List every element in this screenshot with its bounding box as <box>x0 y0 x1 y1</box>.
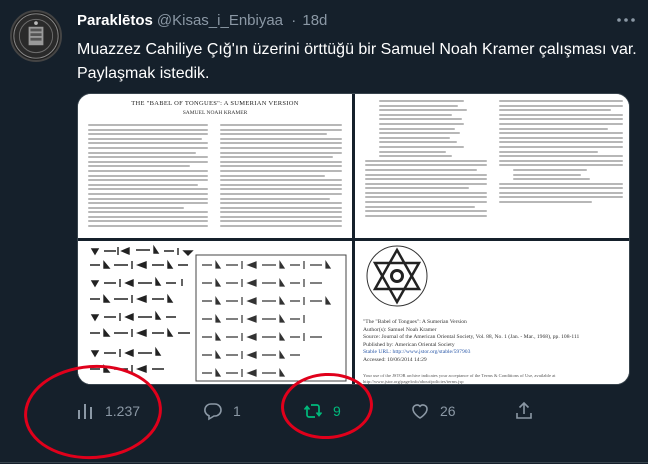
tweet-time[interactable]: 18d <box>302 12 327 29</box>
article-title: THE "BABEL OF TONGUES": A SUMERIAN VERSI… <box>131 100 299 107</box>
avatar-emblem-icon <box>13 13 59 59</box>
article-text-column-left <box>365 100 487 219</box>
heart-icon <box>412 404 428 419</box>
media-image-article-continuation[interactable] <box>355 94 629 238</box>
reply-count: 1 <box>233 403 241 419</box>
speech-bubble-icon <box>204 403 222 421</box>
article-author: SAMUEL NOAH KRAMER <box>182 110 248 116</box>
citation-publisher: Published by: American Oriental Society <box>363 341 455 348</box>
tweet-divider <box>0 462 648 463</box>
views-count: 1.237 <box>105 403 141 419</box>
share-icon <box>516 401 532 419</box>
citation-source: Source: Journal of the American Oriental… <box>363 334 580 341</box>
tweet-card[interactable]: Paraklētos @Kisas_i_Enbiyaa · 18d Muazzez… <box>0 0 648 464</box>
jstor-seal-icon <box>355 241 629 311</box>
views-button[interactable]: 1.237 <box>75 386 140 436</box>
retweet-button[interactable]: 9 <box>303 386 341 436</box>
citation-stable-url[interactable]: Stable URL: http://www.jstor.org/stable/… <box>363 349 623 357</box>
article-text-column-left <box>88 124 208 230</box>
retweet-count: 9 <box>333 403 341 419</box>
citation-title: "The "Babel of Tongues": A Sumerian Vers… <box>363 319 467 325</box>
more-dots-icon[interactable] <box>614 10 638 30</box>
jstor-terms-footer: Your use of the JSTOR archive indicates … <box>363 373 556 384</box>
action-bar: 1.237 1 9 26 <box>58 386 640 436</box>
media-grid[interactable]: THE "BABEL OF TONGUES": A SUMERIAN VERSI… <box>77 93 630 385</box>
cuneiform-tablet-drawing <box>78 241 352 384</box>
reply-button[interactable]: 1 <box>203 386 241 436</box>
media-image-article-page[interactable]: THE "BABEL OF TONGUES": A SUMERIAN VERSI… <box>78 94 352 238</box>
media-image-jstor-cover[interactable]: "The "Babel of Tongues": A Sumerian Vers… <box>355 241 629 384</box>
media-image-cuneiform-tablet[interactable] <box>78 241 352 384</box>
retweet-icon <box>303 404 323 418</box>
author-handle[interactable]: @Kisas_i_Enbiyaa <box>157 12 283 29</box>
tweet-header: Paraklētos @Kisas_i_Enbiyaa · 18d <box>77 12 327 29</box>
time-separator: · <box>291 12 297 29</box>
tweet-text: Muazzez Cahiliye Çığ'ın üzerini örttüğü … <box>77 41 637 82</box>
share-button[interactable] <box>514 386 544 436</box>
like-count: 26 <box>440 403 456 419</box>
article-text-column-right <box>499 100 623 206</box>
avatar[interactable] <box>10 10 62 62</box>
media-divider-horizontal <box>78 238 629 241</box>
author-name[interactable]: Paraklētos <box>77 12 153 29</box>
like-button[interactable]: 26 <box>410 386 456 436</box>
citation-accessed: Accessed: 10/06/2014 14:29 <box>363 356 427 363</box>
bar-chart-icon <box>78 404 92 419</box>
article-text-column-right <box>220 124 342 230</box>
citation-block: "The "Babel of Tongues": A Sumerian Vers… <box>363 319 623 365</box>
